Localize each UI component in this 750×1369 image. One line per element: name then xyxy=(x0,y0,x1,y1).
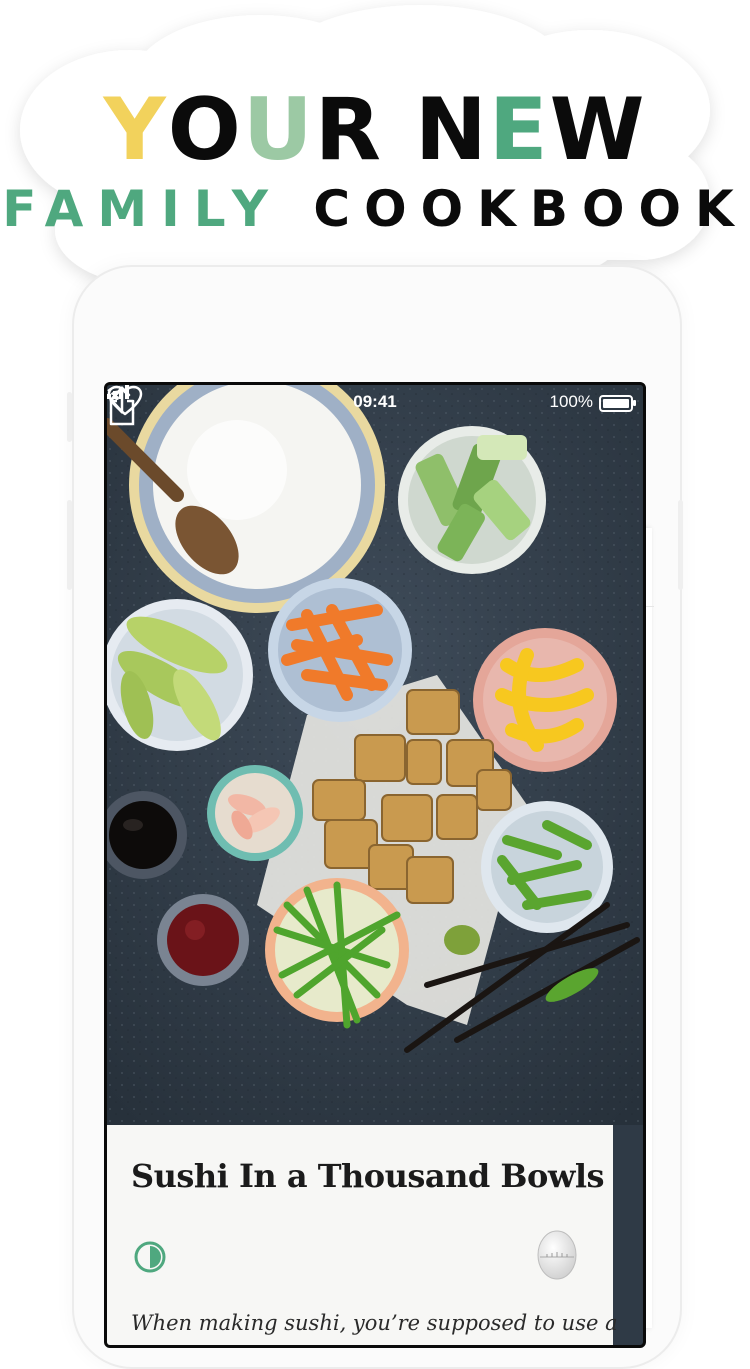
half-circle-icon xyxy=(134,1241,166,1273)
status-bar: 09:41 100% xyxy=(107,385,643,419)
egg-timer-icon[interactable] xyxy=(535,1227,579,1281)
headline-part: COOKBOOK xyxy=(313,180,748,238)
recipe-intro-text: When making sushi, you’re supposed to us… xyxy=(131,1311,618,1335)
headline-part: W xyxy=(549,80,647,180)
recipe-hero-photo: 09:41 100% xyxy=(107,385,643,1125)
phone-screen: 09:41 100% Sushi In a Thousand Bowls Whe… xyxy=(104,382,646,1348)
headline-your-new: YOUR NEW xyxy=(0,80,750,180)
recipe-title: Sushi In a Thousand Bowls xyxy=(131,1157,605,1195)
food-bowls-illustration xyxy=(107,385,643,1125)
battery-icon xyxy=(599,395,636,412)
headline-part: FAMILY xyxy=(2,180,314,238)
headline-part: E xyxy=(488,80,550,180)
battery-percent: 100% xyxy=(549,392,593,411)
headline-part: R N xyxy=(314,80,489,180)
headline-family-cookbook: FAMILY COOKBOOK xyxy=(0,180,750,238)
headline-part: U xyxy=(242,80,315,180)
headline-part: O xyxy=(167,80,243,180)
headline-part: Y xyxy=(103,80,168,180)
share-icon[interactable] xyxy=(107,385,137,427)
phone-side-button xyxy=(67,392,72,442)
phone-side-button xyxy=(678,500,683,590)
phone-side-button xyxy=(67,500,72,590)
recipe-card: Sushi In a Thousand Bowls When making su… xyxy=(107,1125,618,1345)
